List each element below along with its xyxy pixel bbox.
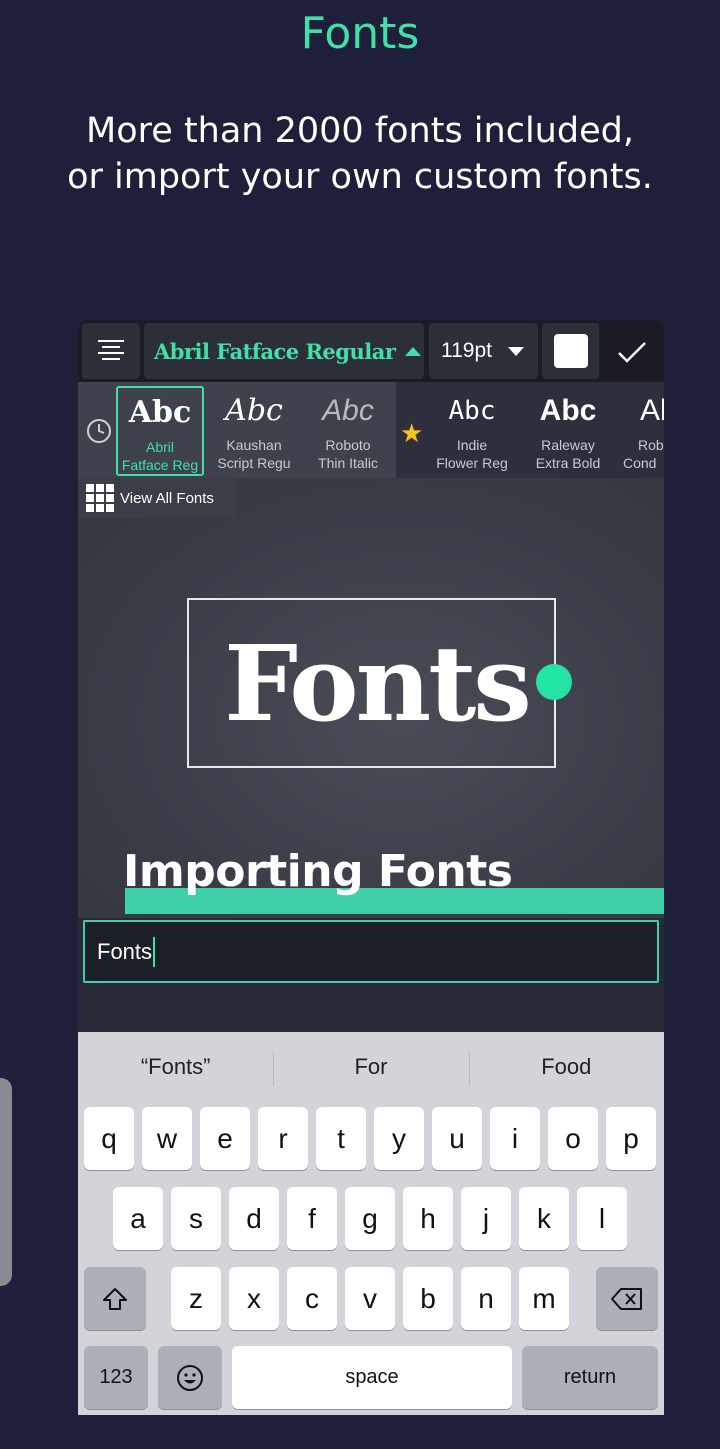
key-f[interactable]: f bbox=[287, 1187, 337, 1250]
font-strip: Abc Abril Fatface Reg Abc Kaushan Script… bbox=[78, 382, 664, 478]
canvas-heading-text[interactable]: Importing Fonts bbox=[123, 846, 513, 897]
font-sample: Abc bbox=[448, 396, 496, 426]
font-tile-label: Abril bbox=[145, 439, 174, 455]
font-tile-label: Script Regu bbox=[217, 455, 291, 471]
key-q[interactable]: q bbox=[84, 1107, 134, 1170]
font-tile-roboto-thin-italic[interactable]: Abc Roboto Thin Italic bbox=[304, 386, 392, 476]
text-edit-value: Fonts bbox=[97, 938, 153, 964]
font-sample: Abc bbox=[539, 394, 597, 427]
hero-subtitle-line1: More than 2000 fonts included, bbox=[86, 111, 634, 151]
suggestion-bar: “Fonts” For Food bbox=[78, 1032, 664, 1102]
font-tile-label: Cond bbox=[623, 455, 657, 471]
star-icon[interactable]: ★ bbox=[400, 418, 423, 449]
key-t[interactable]: t bbox=[316, 1107, 366, 1170]
input-area: Fonts bbox=[78, 918, 664, 1032]
keyboard: “Fonts” For Food q w e r t y u i o p a s… bbox=[78, 1032, 664, 1415]
color-button[interactable] bbox=[542, 323, 599, 379]
key-z[interactable]: z bbox=[171, 1267, 221, 1330]
key-m[interactable]: m bbox=[519, 1267, 569, 1330]
canvas-main-text: Fonts bbox=[224, 621, 532, 745]
hero-title: Fonts bbox=[300, 8, 420, 59]
emoji-key[interactable] bbox=[158, 1346, 222, 1409]
backspace-key[interactable] bbox=[596, 1267, 658, 1330]
backspace-icon bbox=[611, 1287, 642, 1310]
font-tile-label: Raleway bbox=[541, 437, 595, 453]
font-sample: Abc bbox=[322, 394, 374, 427]
font-tile-label: Fatface Reg bbox=[121, 457, 199, 473]
key-x[interactable]: x bbox=[229, 1267, 279, 1330]
emoji-icon bbox=[177, 1364, 203, 1391]
font-tile-raleway-extra-bold[interactable]: Abc Raleway Extra Bold bbox=[524, 386, 612, 476]
font-tile-label: Kaushan bbox=[226, 437, 282, 453]
view-all-fonts-button[interactable]: View All Fonts bbox=[78, 478, 236, 518]
key-s[interactable]: s bbox=[171, 1187, 221, 1250]
text-caret bbox=[153, 936, 156, 967]
key-j[interactable]: j bbox=[461, 1187, 511, 1250]
key-i[interactable]: i bbox=[490, 1107, 540, 1170]
align-button[interactable] bbox=[82, 323, 140, 379]
font-tile-label: Flower Reg bbox=[436, 455, 508, 471]
key-c[interactable]: c bbox=[287, 1267, 337, 1330]
key-y[interactable]: y bbox=[374, 1107, 424, 1170]
suggestion-3[interactable]: Food bbox=[468, 1032, 664, 1102]
font-sample: Abc bbox=[225, 393, 283, 428]
hero-subtitle-line2: or import your own custom fonts. bbox=[67, 157, 653, 197]
suggestion-2[interactable]: For bbox=[273, 1032, 468, 1102]
font-tile-kaushan-script[interactable]: Abc Kaushan Script Regu bbox=[210, 386, 298, 476]
font-size-button[interactable]: 119pt bbox=[429, 323, 538, 379]
key-u[interactable]: u bbox=[432, 1107, 482, 1170]
key-o[interactable]: o bbox=[548, 1107, 598, 1170]
phone-screen: Abril Fatface Regular 119pt Abc Abril Fa… bbox=[78, 320, 664, 1415]
key-w[interactable]: w bbox=[142, 1107, 192, 1170]
key-l[interactable]: l bbox=[577, 1187, 627, 1250]
key-g[interactable]: g bbox=[345, 1187, 395, 1250]
view-all-fonts-label: View All Fonts bbox=[120, 489, 214, 507]
key-d[interactable]: d bbox=[229, 1187, 279, 1250]
key-e[interactable]: e bbox=[200, 1107, 250, 1170]
grid-icon bbox=[86, 484, 114, 512]
font-tile-label: Rob bbox=[638, 437, 664, 453]
font-size-value: 119pt bbox=[441, 339, 492, 362]
font-tile-roboto-condensed[interactable]: Al Rob Cond bbox=[620, 386, 664, 476]
chevron-up-icon bbox=[405, 346, 422, 356]
key-r[interactable]: r bbox=[258, 1107, 308, 1170]
suggestion-1[interactable]: “Fonts” bbox=[78, 1032, 273, 1102]
shift-key[interactable] bbox=[84, 1267, 146, 1330]
font-tile-label: Roboto bbox=[325, 437, 371, 453]
font-tile-label: Thin Italic bbox=[318, 455, 378, 471]
key-n[interactable]: n bbox=[461, 1267, 511, 1330]
key-p[interactable]: p bbox=[606, 1107, 656, 1170]
key-b[interactable]: b bbox=[403, 1267, 453, 1330]
font-tile-indie-flower[interactable]: Abc Indie Flower Reg bbox=[428, 386, 516, 476]
space-key[interactable]: space bbox=[232, 1346, 512, 1409]
hero-subtitle: More than 2000 fonts included, or import… bbox=[0, 108, 720, 200]
font-sample: Al bbox=[640, 394, 664, 427]
key-h[interactable]: h bbox=[403, 1187, 453, 1250]
font-tile-label: Indie bbox=[456, 437, 488, 453]
side-tab[interactable] bbox=[0, 1078, 12, 1286]
align-center-icon bbox=[98, 340, 124, 360]
text-edit-field[interactable]: Fonts bbox=[83, 920, 659, 983]
key-k[interactable]: k bbox=[519, 1187, 569, 1250]
checkmark-icon bbox=[618, 342, 646, 363]
font-sample: Abc bbox=[128, 395, 192, 430]
chevron-down-icon bbox=[508, 346, 524, 356]
editor-toolbar: Abril Fatface Regular 119pt bbox=[78, 320, 664, 382]
font-name: Abril Fatface Regular bbox=[154, 338, 396, 364]
font-picker-button[interactable]: Abril Fatface Regular bbox=[144, 323, 424, 379]
numbers-key[interactable]: 123 bbox=[84, 1346, 148, 1409]
selected-text-box[interactable]: Fonts bbox=[187, 598, 556, 768]
color-swatch bbox=[553, 334, 588, 368]
key-v[interactable]: v bbox=[345, 1267, 395, 1330]
key-a[interactable]: a bbox=[113, 1187, 163, 1250]
clock-icon[interactable] bbox=[86, 418, 112, 444]
font-tile-abril-fatface[interactable]: Abc Abril Fatface Reg bbox=[116, 386, 204, 476]
return-key[interactable]: return bbox=[522, 1346, 658, 1409]
confirm-button[interactable] bbox=[608, 332, 656, 372]
font-tile-label: Extra Bold bbox=[535, 455, 601, 471]
shift-arrow-icon bbox=[103, 1287, 127, 1310]
resize-handle[interactable] bbox=[536, 664, 572, 700]
